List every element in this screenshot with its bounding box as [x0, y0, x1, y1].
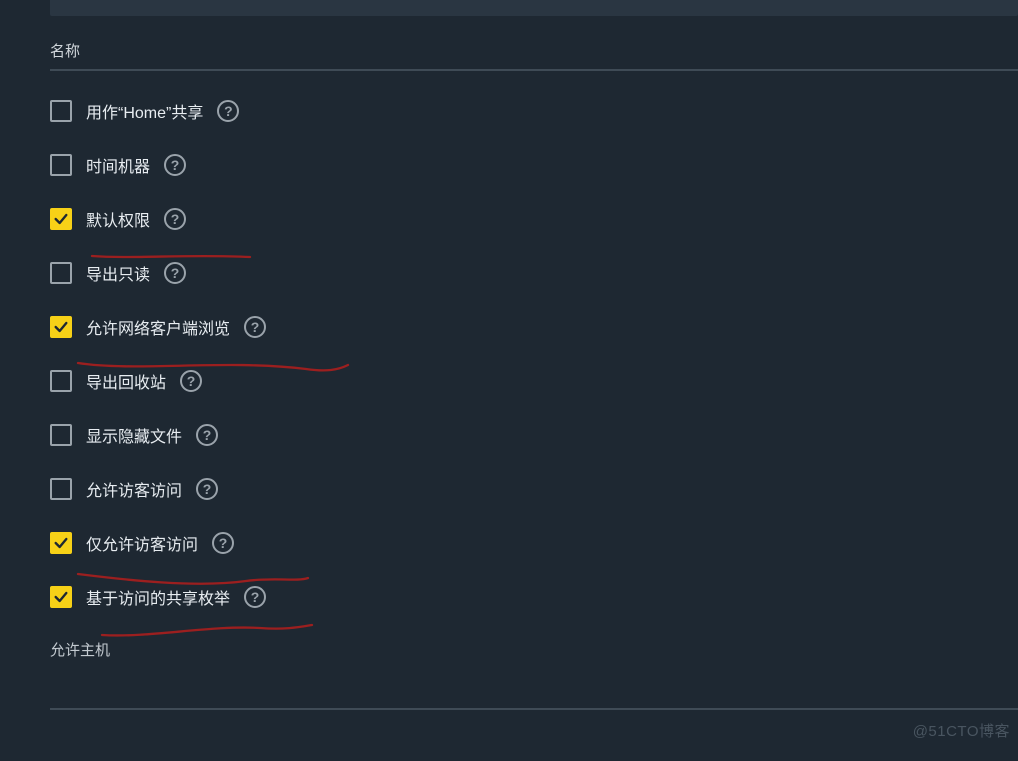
- option-row: 默认权限?: [50, 207, 1018, 231]
- checkbox[interactable]: [50, 370, 72, 392]
- option-row: 导出只读?: [50, 261, 1018, 285]
- option-label: 用作“Home”共享: [86, 99, 203, 123]
- help-icon[interactable]: ?: [196, 424, 218, 446]
- help-icon[interactable]: ?: [244, 316, 266, 338]
- help-icon[interactable]: ?: [180, 370, 202, 392]
- name-field-label: 名称: [50, 40, 1018, 61]
- allowed-hosts-label: 允许主机: [50, 639, 1018, 660]
- options-list: 用作“Home”共享?时间机器?默认权限?导出只读?允许网络客户端浏览?导出回收…: [50, 99, 1018, 609]
- help-icon[interactable]: ?: [196, 478, 218, 500]
- option-row: 导出回收站?: [50, 369, 1018, 393]
- allowed-hosts-underline: [50, 708, 1018, 710]
- option-label: 仅允许访客访问: [86, 531, 198, 555]
- option-label: 基于访问的共享枚举: [86, 585, 230, 609]
- option-label: 允许访客访问: [86, 477, 182, 501]
- checkbox[interactable]: [50, 262, 72, 284]
- option-row: 用作“Home”共享?: [50, 99, 1018, 123]
- name-field-underline: [50, 69, 1018, 71]
- help-icon[interactable]: ?: [164, 262, 186, 284]
- help-icon[interactable]: ?: [164, 154, 186, 176]
- checkbox[interactable]: [50, 154, 72, 176]
- option-label: 显示隐藏文件: [86, 423, 182, 447]
- option-label: 默认权限: [86, 207, 150, 231]
- checkbox[interactable]: [50, 586, 72, 608]
- option-row: 允许网络客户端浏览?: [50, 315, 1018, 339]
- checkbox[interactable]: [50, 100, 72, 122]
- help-icon[interactable]: ?: [212, 532, 234, 554]
- option-label: 允许网络客户端浏览: [86, 315, 230, 339]
- help-icon[interactable]: ?: [217, 100, 239, 122]
- help-icon[interactable]: ?: [244, 586, 266, 608]
- option-row: 允许访客访问?: [50, 477, 1018, 501]
- option-row: 时间机器?: [50, 153, 1018, 177]
- top-panel-stub: [50, 0, 1018, 16]
- option-label: 导出只读: [86, 261, 150, 285]
- option-row: 基于访问的共享枚举?: [50, 585, 1018, 609]
- checkbox[interactable]: [50, 316, 72, 338]
- form-content: 名称 用作“Home”共享?时间机器?默认权限?导出只读?允许网络客户端浏览?导…: [50, 40, 1018, 718]
- checkbox[interactable]: [50, 478, 72, 500]
- checkbox[interactable]: [50, 532, 72, 554]
- option-row: 仅允许访客访问?: [50, 531, 1018, 555]
- option-row: 显示隐藏文件?: [50, 423, 1018, 447]
- option-label: 时间机器: [86, 153, 150, 177]
- checkbox[interactable]: [50, 424, 72, 446]
- checkbox[interactable]: [50, 208, 72, 230]
- option-label: 导出回收站: [86, 369, 166, 393]
- watermark-text: @51CTO博客: [913, 720, 1010, 741]
- help-icon[interactable]: ?: [164, 208, 186, 230]
